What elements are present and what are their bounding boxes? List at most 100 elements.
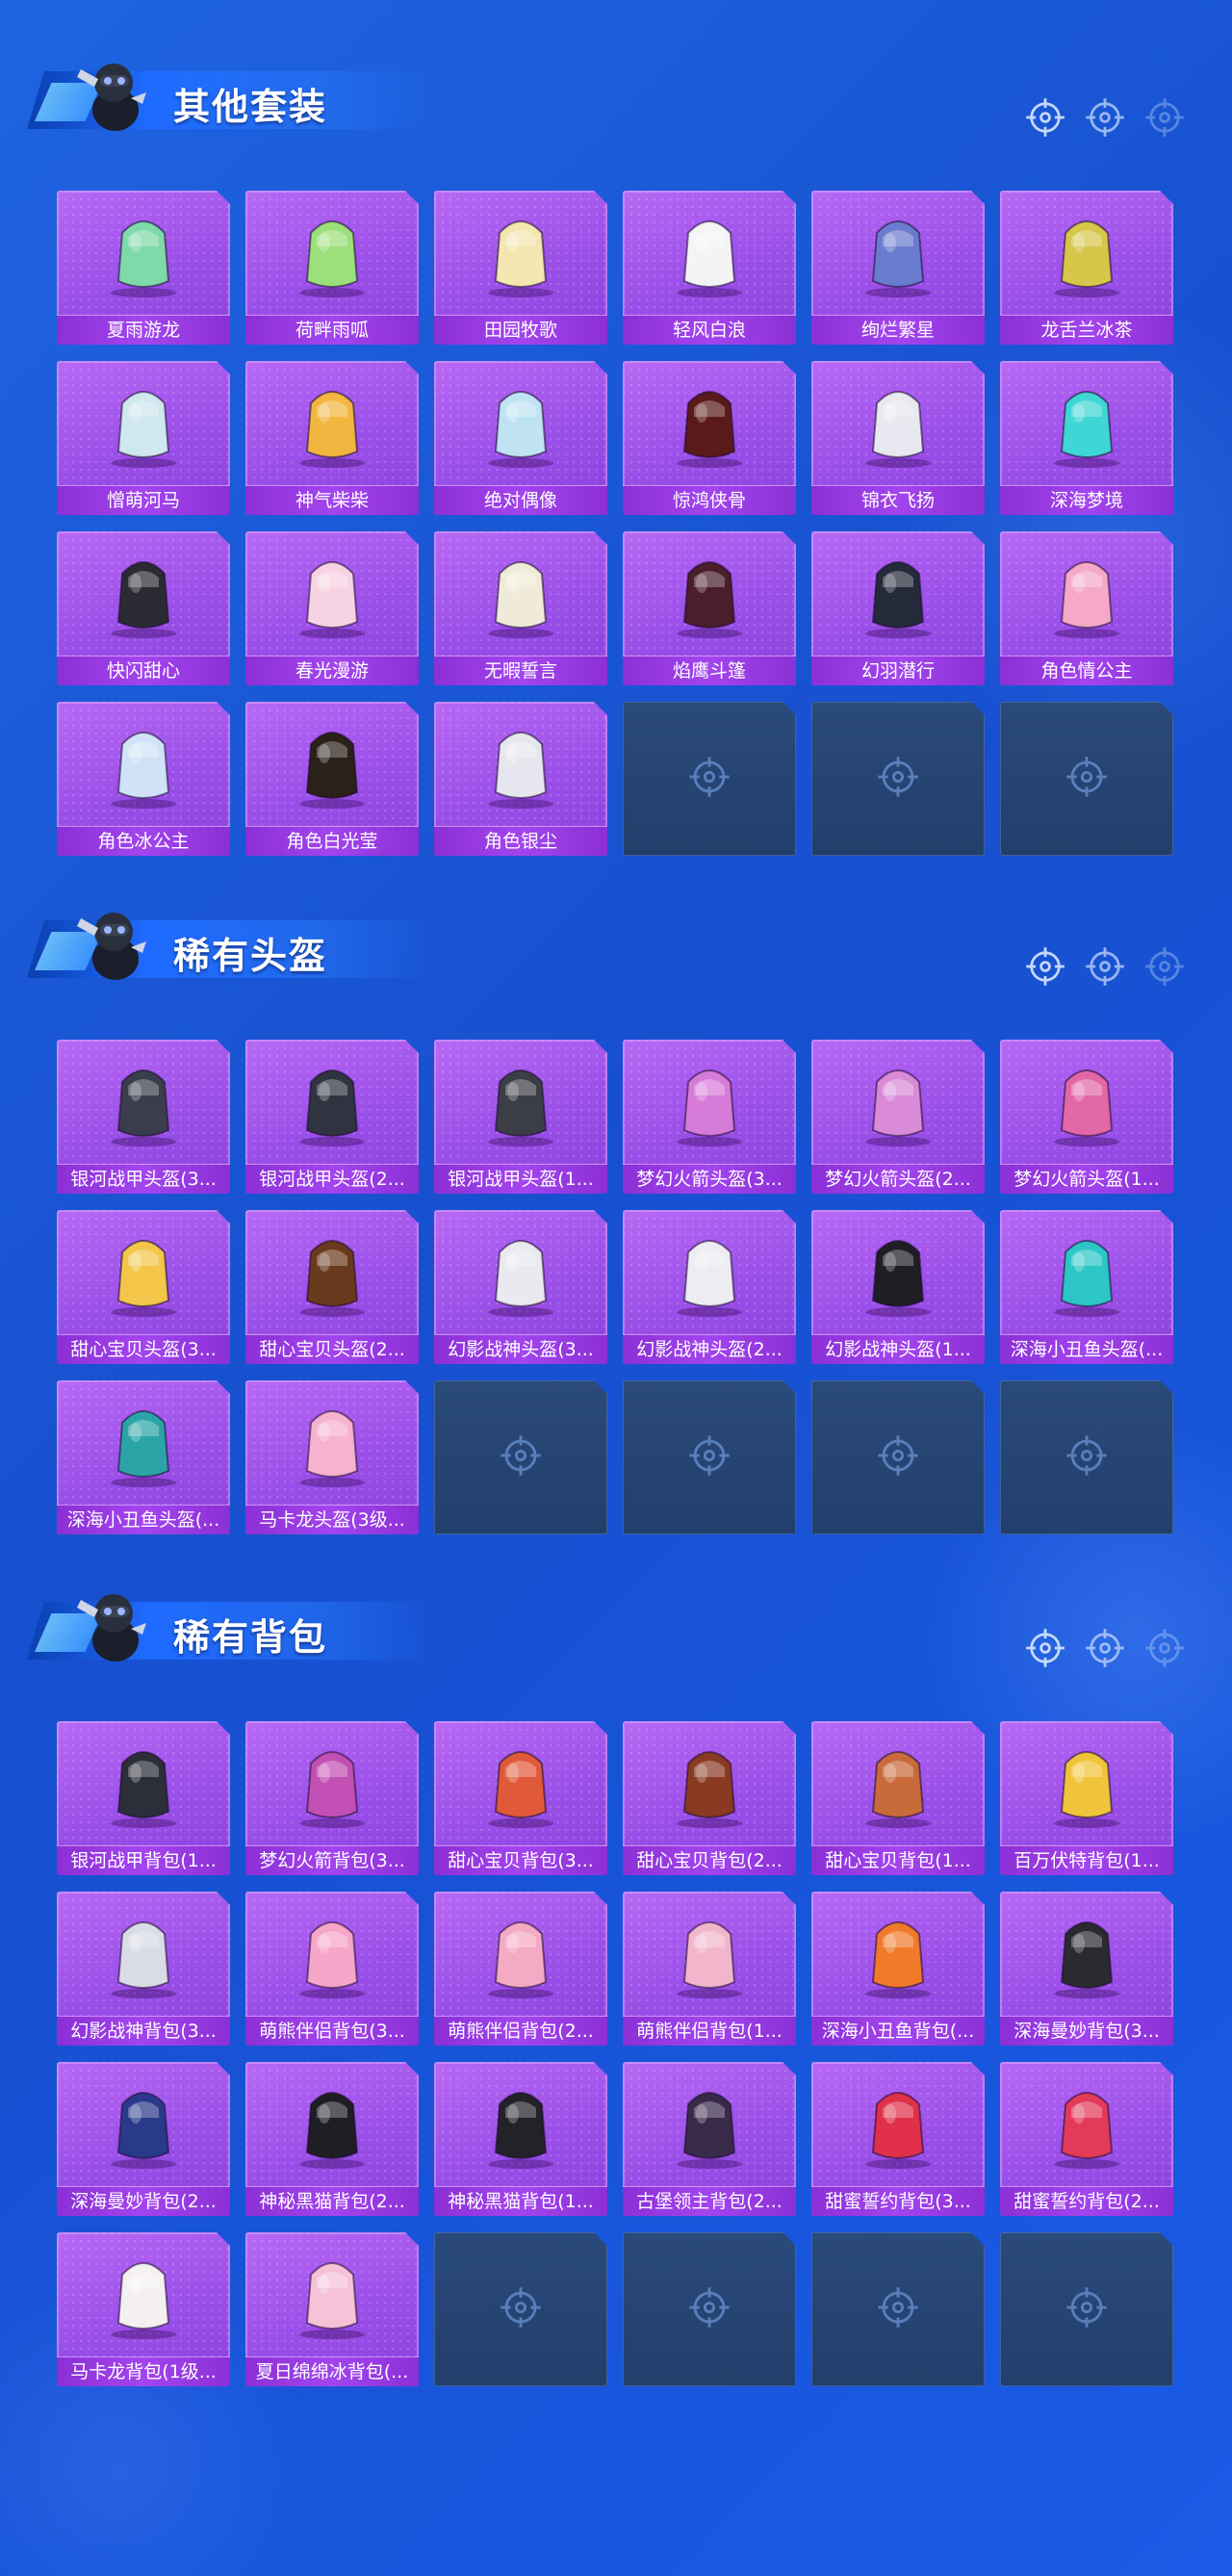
item-label: 甜蜜誓约背包(2... <box>1000 2186 1173 2216</box>
crosshair-icon <box>1143 96 1186 139</box>
item-card[interactable]: 夏雨游龙 <box>57 191 230 345</box>
item-image <box>850 1905 946 2001</box>
item-card[interactable]: 龙舌兰冰茶 <box>1000 191 1173 345</box>
item-card[interactable]: 快闪甜心 <box>57 531 230 685</box>
item-card[interactable]: 荷畔雨呱 <box>245 191 419 345</box>
item-card[interactable]: 春光漫游 <box>245 531 419 685</box>
item-image <box>1039 1224 1135 1320</box>
item-card[interactable]: 深海小丑鱼头盔(... <box>1000 1210 1173 1364</box>
item-label: 快闪甜心 <box>57 656 230 685</box>
item-card[interactable]: 马卡龙头盔(3级... <box>245 1380 419 1534</box>
item-card[interactable]: 甜心宝贝背包(2... <box>623 1721 796 1875</box>
item-image <box>284 1053 380 1149</box>
item-card[interactable]: 甜心宝贝背包(1... <box>811 1721 985 1875</box>
item-image <box>850 374 946 471</box>
item-card[interactable]: 神气柴柴 <box>245 361 419 515</box>
item-card[interactable]: 甜心宝贝头盔(2... <box>245 1210 419 1364</box>
item-image <box>661 545 757 641</box>
crosshair-icon <box>499 2285 543 2333</box>
item-card[interactable]: 甜心宝贝背包(3... <box>434 1721 607 1875</box>
item-card[interactable]: 锦衣飞扬 <box>811 361 985 515</box>
item-label: 无暇誓言 <box>434 656 607 685</box>
item-image <box>95 2075 192 2172</box>
item-label: 绚烂繁星 <box>811 315 985 345</box>
item-card[interactable]: 田园牧歌 <box>434 191 607 345</box>
item-card[interactable]: 银河战甲背包(1... <box>57 1721 230 1875</box>
item-image <box>284 715 380 811</box>
item-image <box>473 2075 569 2172</box>
item-card[interactable]: 夏日绵绵冰背包(... <box>245 2232 419 2386</box>
item-card[interactable]: 萌熊伴侣背包(1... <box>623 1892 796 2046</box>
item-card[interactable]: 幻影战神头盔(2... <box>623 1210 796 1364</box>
empty-slot <box>623 1380 796 1534</box>
empty-slot <box>811 702 985 856</box>
item-card[interactable]: 深海梦境 <box>1000 361 1173 515</box>
item-card[interactable]: 幻影战神背包(3... <box>57 1892 230 2046</box>
item-card[interactable]: 深海曼妙背包(3... <box>1000 1892 1173 2046</box>
item-card[interactable]: 幻影战神头盔(3... <box>434 1210 607 1364</box>
item-label: 萌熊伴侣背包(1... <box>623 2016 796 2046</box>
item-card[interactable]: 萌熊伴侣背包(3... <box>245 1892 419 2046</box>
item-label: 深海曼妙背包(3... <box>1000 2016 1173 2046</box>
item-label: 神秘黑猫背包(2... <box>245 2186 419 2216</box>
item-image <box>284 1394 380 1490</box>
item-image <box>95 1905 192 2001</box>
item-image <box>850 204 946 300</box>
item-card[interactable]: 神秘黑猫背包(2... <box>245 2062 419 2216</box>
item-card[interactable]: 角色情公主 <box>1000 531 1173 685</box>
item-card[interactable]: 甜心宝贝头盔(3... <box>57 1210 230 1364</box>
crosshair-icon <box>876 1433 920 1481</box>
item-card[interactable]: 绚烂繁星 <box>811 191 985 345</box>
item-card[interactable]: 百万伏特背包(1... <box>1000 1721 1173 1875</box>
empty-slot <box>434 2232 607 2386</box>
item-card[interactable]: 深海小丑鱼背包(... <box>811 1892 985 2046</box>
item-label: 梦幻火箭头盔(3... <box>623 1164 796 1194</box>
item-image <box>1039 545 1135 641</box>
empty-slot <box>1000 1380 1173 1534</box>
item-image <box>284 204 380 300</box>
item-image <box>95 1735 192 1831</box>
item-label: 绝对偶像 <box>434 485 607 515</box>
item-card[interactable]: 梦幻火箭背包(3... <box>245 1721 419 1875</box>
item-label: 荷畔雨呱 <box>245 315 419 345</box>
item-card[interactable]: 角色冰公主 <box>57 702 230 856</box>
item-card[interactable]: 古堡领主背包(2... <box>623 2062 796 2216</box>
item-card[interactable]: 深海曼妙背包(2... <box>57 2062 230 2216</box>
item-label: 梦幻火箭头盔(2... <box>811 1164 985 1194</box>
item-image <box>95 1224 192 1320</box>
item-card[interactable]: 甜蜜誓约背包(3... <box>811 2062 985 2216</box>
item-card[interactable]: 绝对偶像 <box>434 361 607 515</box>
item-image <box>473 1735 569 1831</box>
item-card[interactable]: 甜蜜誓约背包(2... <box>1000 2062 1173 2216</box>
item-card[interactable]: 萌熊伴侣背包(2... <box>434 1892 607 2046</box>
item-label: 幻影战神头盔(1... <box>811 1334 985 1364</box>
crosshair-icon <box>499 1433 543 1481</box>
item-card[interactable]: 梦幻火箭头盔(1... <box>1000 1040 1173 1194</box>
item-card[interactable]: 马卡龙背包(1级... <box>57 2232 230 2386</box>
item-label: 轻风白浪 <box>623 315 796 345</box>
item-card[interactable]: 神秘黑猫背包(1... <box>434 2062 607 2216</box>
item-image <box>850 1224 946 1320</box>
item-card[interactable]: 轻风白浪 <box>623 191 796 345</box>
item-card[interactable]: 梦幻火箭头盔(3... <box>623 1040 796 1194</box>
item-card[interactable]: 幻羽潜行 <box>811 531 985 685</box>
item-label: 焰鹰斗篷 <box>623 656 796 685</box>
item-image <box>850 1053 946 1149</box>
item-card[interactable]: 角色银尘 <box>434 702 607 856</box>
item-card[interactable]: 银河战甲头盔(3... <box>57 1040 230 1194</box>
item-card[interactable]: 惊鸿侠骨 <box>623 361 796 515</box>
item-image <box>1039 374 1135 471</box>
item-image <box>95 1053 192 1149</box>
item-image <box>473 1224 569 1320</box>
item-card[interactable]: 深海小丑鱼头盔(... <box>57 1380 230 1534</box>
item-card[interactable]: 角色白光莹 <box>245 702 419 856</box>
item-card[interactable]: 幻影战神头盔(1... <box>811 1210 985 1364</box>
section-header: 其他套装 <box>27 50 431 137</box>
item-card[interactable]: 憎萌河马 <box>57 361 230 515</box>
item-card[interactable]: 梦幻火箭头盔(2... <box>811 1040 985 1194</box>
item-card[interactable]: 无暇誓言 <box>434 531 607 685</box>
item-card[interactable]: 银河战甲头盔(2... <box>245 1040 419 1194</box>
item-card[interactable]: 焰鹰斗篷 <box>623 531 796 685</box>
item-card[interactable]: 银河战甲头盔(1... <box>434 1040 607 1194</box>
crosshair-icon <box>876 2285 920 2333</box>
